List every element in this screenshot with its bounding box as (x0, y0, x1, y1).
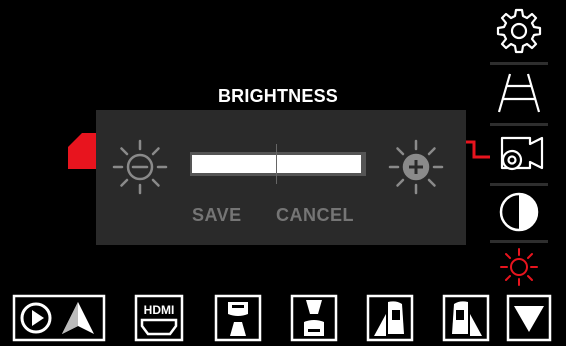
sidebar-divider (490, 62, 548, 65)
sidebar-divider (490, 123, 548, 126)
red-guide-line-right (464, 140, 490, 159)
rear-camera-icon[interactable] (290, 294, 338, 342)
dropdown-arrow-icon[interactable] (506, 294, 552, 342)
cancel-button[interactable]: CANCEL (276, 205, 354, 226)
play-navigation-icon[interactable] (12, 294, 106, 342)
contrast-icon[interactable] (496, 189, 542, 235)
road-lanes-icon[interactable] (496, 70, 542, 116)
sidebar-divider (490, 183, 548, 186)
hdmi-icon[interactable]: HDMI (134, 294, 184, 342)
slider-center-tick (276, 144, 277, 184)
brightness-slider[interactable] (190, 144, 366, 184)
gear-icon[interactable] (496, 8, 542, 54)
camera-settings-icon[interactable] (494, 130, 546, 176)
dialog-title: BRIGHTNESS (217, 86, 338, 106)
save-button[interactable]: SAVE (192, 205, 242, 226)
right-side-camera-icon[interactable] (442, 294, 490, 342)
brightness-increase-icon[interactable] (384, 135, 448, 199)
left-side-camera-icon[interactable] (366, 294, 414, 342)
red-marker-left (68, 133, 98, 169)
hdmi-label: HDMI (144, 303, 175, 317)
brightness-decrease-icon[interactable] (108, 135, 172, 199)
brightness-icon[interactable] (496, 246, 542, 288)
front-camera-icon[interactable] (214, 294, 262, 342)
sidebar-divider (490, 240, 548, 243)
